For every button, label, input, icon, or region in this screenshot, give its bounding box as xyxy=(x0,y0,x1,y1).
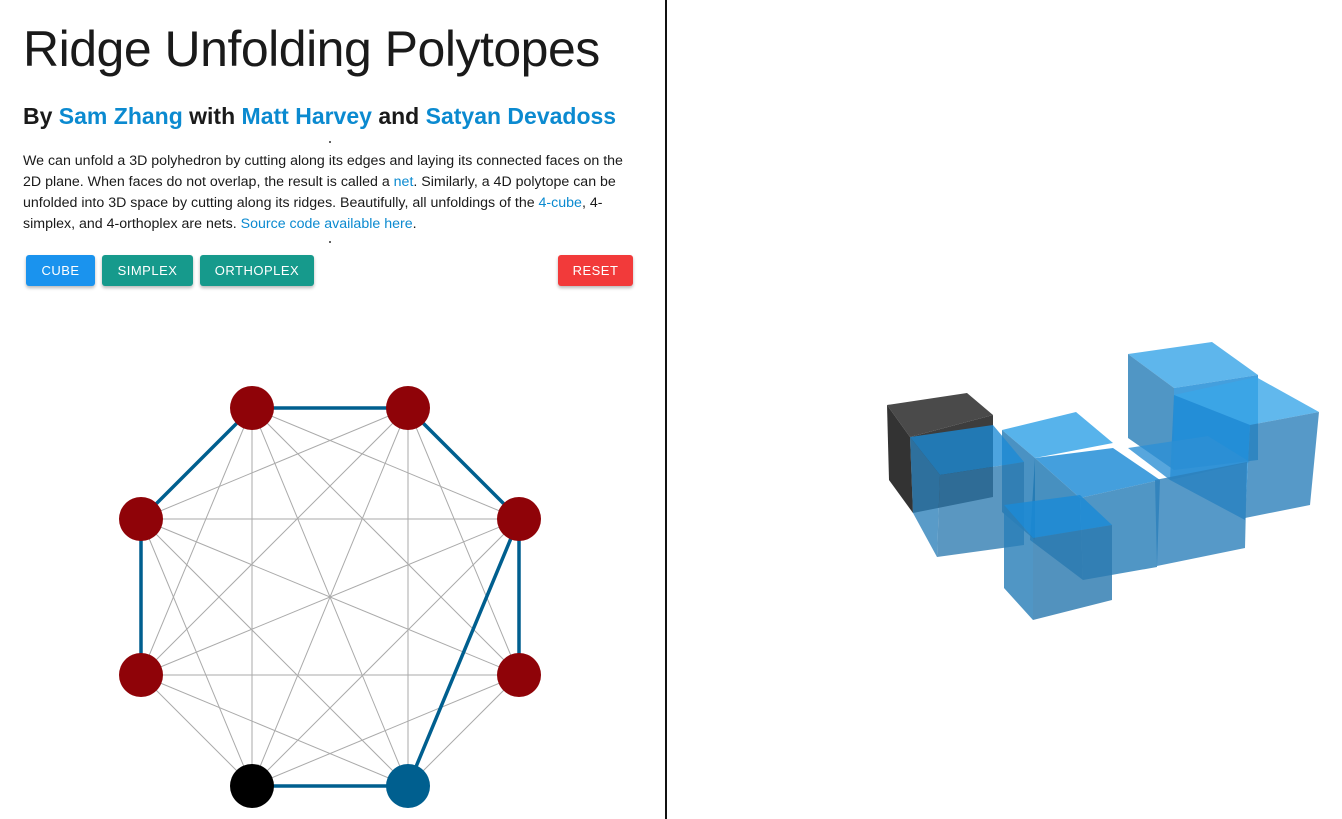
graph-edge xyxy=(251,674,520,787)
graph-edge xyxy=(407,674,520,787)
graph-node-upper-left[interactable] xyxy=(119,497,163,541)
graph-edge xyxy=(251,518,520,787)
graph-edge xyxy=(140,518,409,787)
graph-node-bottom-left[interactable] xyxy=(230,764,274,808)
tree-edge xyxy=(406,406,521,521)
graph-edge xyxy=(140,674,253,787)
polytope-3d-view[interactable] xyxy=(667,0,1342,819)
graph-node-upper-right[interactable] xyxy=(497,497,541,541)
graph-edge xyxy=(140,674,409,787)
graph-node-top-left[interactable] xyxy=(230,386,274,430)
dual-graph-canvas[interactable] xyxy=(0,0,666,819)
graph-node-top-right[interactable] xyxy=(386,386,430,430)
unfolding-canvas[interactable] xyxy=(667,0,1342,819)
graph-edge xyxy=(251,407,520,676)
tree-edge xyxy=(406,517,521,788)
tree-edge xyxy=(139,406,254,521)
left-panel: Ridge Unfolding Polytopes By Sam Zhang w… xyxy=(0,0,666,819)
graph-edge xyxy=(140,407,409,676)
graph-node-lower-left[interactable] xyxy=(119,653,163,697)
graph-node-lower-right[interactable] xyxy=(497,653,541,697)
cube-cell xyxy=(1004,495,1112,620)
graph-node-bottom-right[interactable] xyxy=(386,764,430,808)
graph-edge xyxy=(140,407,409,520)
